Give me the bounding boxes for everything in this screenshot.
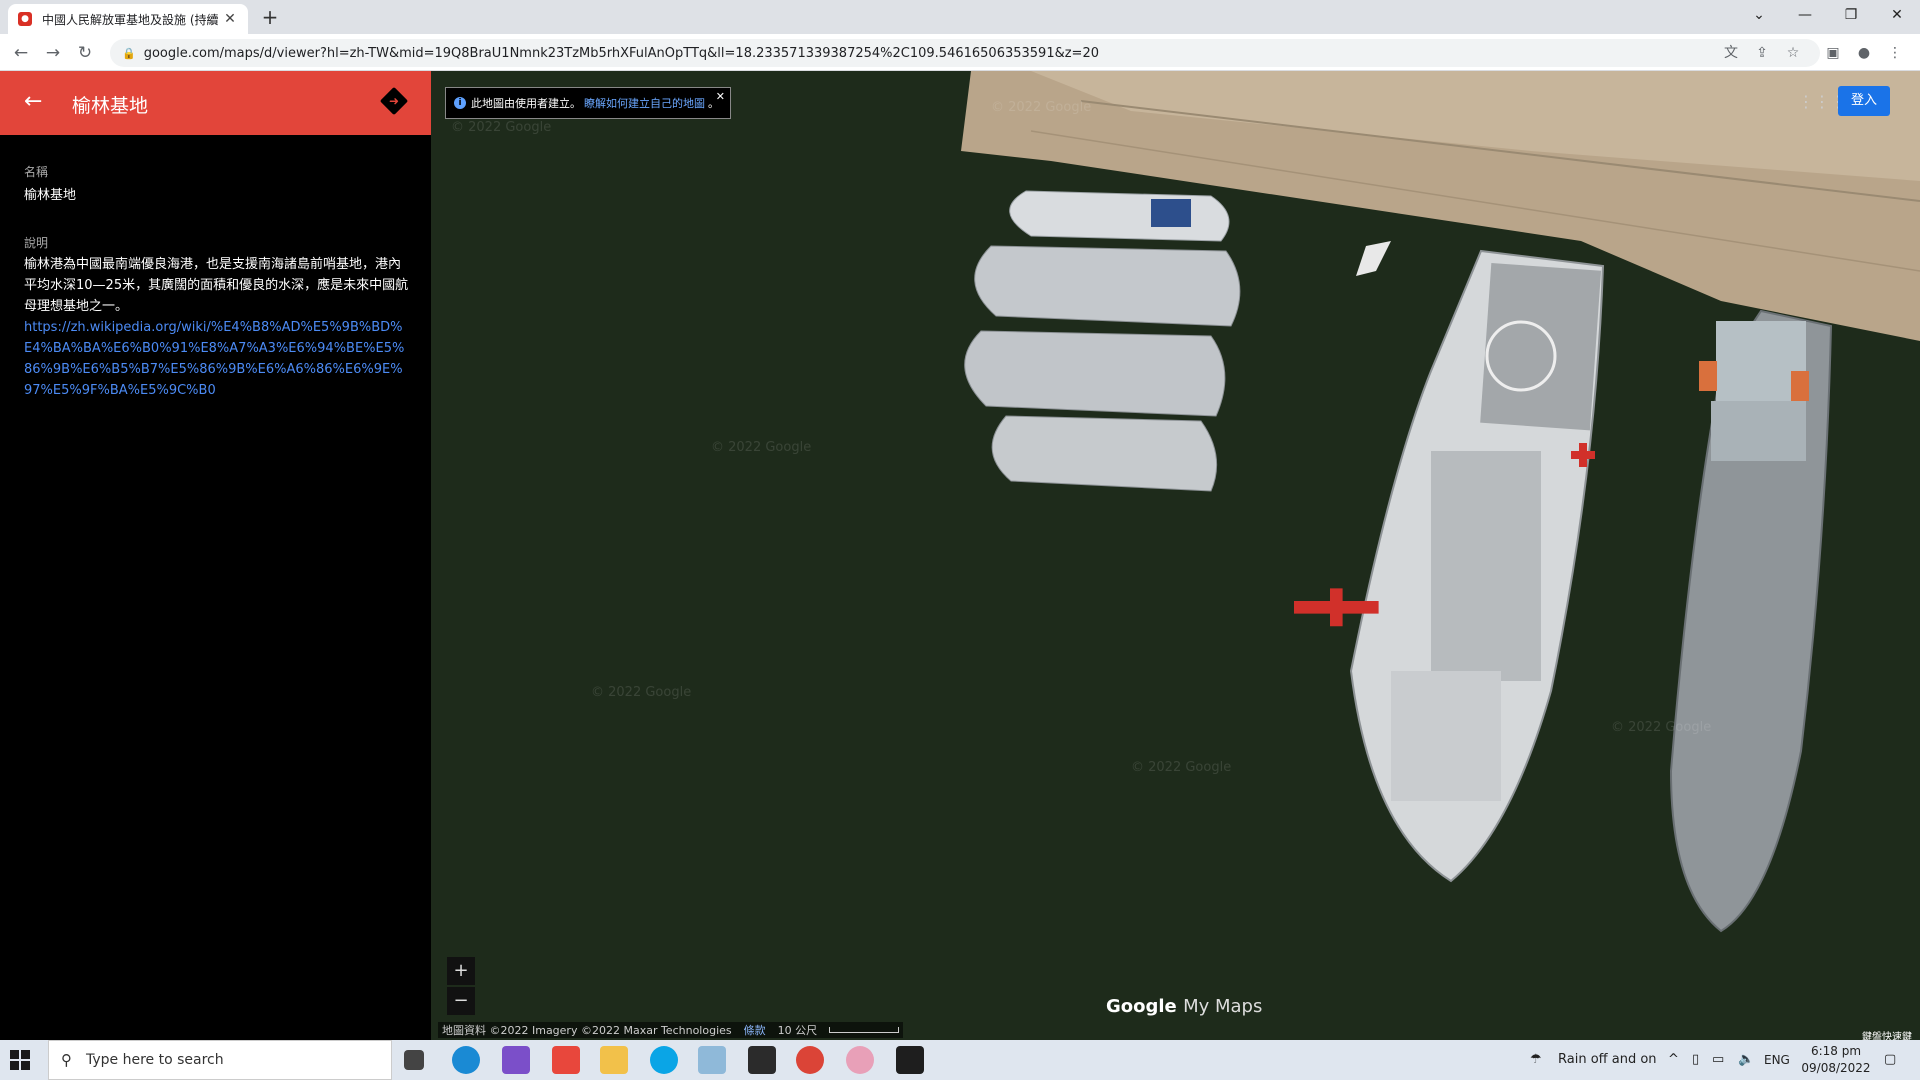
map-watermark: © 2022 Google — [991, 100, 1091, 115]
tray-chevron-icon[interactable]: ^ — [1668, 1040, 1679, 1080]
scale-bar — [829, 1027, 900, 1033]
restore-icon[interactable]: ❐ — [1828, 0, 1874, 30]
menu-icon[interactable]: ⋮ — [1884, 42, 1906, 64]
name-value: 榆林基地 — [24, 188, 77, 203]
notification-icon[interactable]: ▢ — [1884, 1040, 1896, 1080]
visual-studio-icon[interactable] — [502, 1046, 530, 1074]
file-explorer-icon[interactable] — [600, 1046, 628, 1074]
url-text: google.com/maps/d/viewer?hl=zh-TW&mid=19… — [143, 45, 1099, 61]
attribution-text: 地圖資料 ©2022 Imagery ©2022 Maxar Technolog… — [442, 1024, 732, 1037]
chrome-icon[interactable] — [796, 1046, 824, 1074]
google-logo-text: Google — [1106, 996, 1177, 1017]
place-sidebar: ← 榆林基地 ➜ 名稱 榆林基地 說明 榆林港為中國最南端優良海港，也是支援南海… — [0, 71, 431, 1040]
windows-start-icon[interactable] — [10, 1050, 30, 1070]
task-view-icon[interactable] — [404, 1050, 424, 1070]
wikipedia-link[interactable]: https://zh.wikipedia.org/wiki/%E4%B8%AD%… — [24, 317, 409, 401]
share-icon[interactable]: ⇪ — [1751, 42, 1773, 64]
weather-text[interactable]: Rain off and on — [1558, 1040, 1657, 1080]
reload-icon[interactable]: ↻ — [72, 40, 98, 66]
user-map-banner: i 此地圖由使用者建立。 瞭解如何建立自己的地圖 。 ✕ — [445, 87, 731, 119]
description-label: 說明 — [24, 236, 49, 250]
volume-icon[interactable]: 🔈 — [1738, 1040, 1754, 1080]
tab-strip: ● 中國人民解放軍基地及設施 (持續 ✕ + ⌄ — ❐ ✕ — [0, 0, 1920, 34]
sticky-notes-icon[interactable] — [896, 1046, 924, 1074]
back-arrow-icon[interactable]: ← — [24, 89, 42, 114]
info-icon: i — [454, 97, 466, 109]
edge-icon[interactable] — [452, 1046, 480, 1074]
svg-text:© 2022 Google: © 2022 Google — [591, 685, 691, 700]
windows-taskbar: ⚲ Type here to search ☂ Rain off and on … — [0, 1040, 1920, 1080]
browser-tab[interactable]: ● 中國人民解放軍基地及設施 (持續 ✕ — [8, 4, 248, 34]
name-label: 名稱 — [24, 165, 49, 179]
scale-text: 10 公尺 — [777, 1024, 818, 1037]
skype-icon[interactable] — [650, 1046, 678, 1074]
clock-date: 09/08/2022 — [1801, 1061, 1871, 1075]
directions-icon[interactable]: ➜ — [379, 86, 409, 116]
anydesk-icon[interactable] — [552, 1046, 580, 1074]
place-title: 榆林基地 — [72, 95, 149, 117]
app-icon[interactable] — [698, 1046, 726, 1074]
search-placeholder: Type here to search — [86, 1052, 224, 1068]
search-icon: ⚲ — [61, 1051, 72, 1069]
svg-text:© 2022 Google: © 2022 Google — [1611, 720, 1711, 735]
clock[interactable]: 6:18 pm 09/08/2022 — [1800, 1043, 1872, 1077]
weather-icon[interactable]: ☂ — [1530, 1040, 1542, 1080]
satellite-imagery: © 2022 Google © 2022 Google © 2022 Googl… — [431, 71, 1920, 1040]
battery-icon[interactable]: ▯ — [1692, 1040, 1699, 1080]
window-close-icon[interactable]: ✕ — [1874, 0, 1920, 30]
description-text: 榆林港為中國最南端優良海港，也是支援南海諸島前哨基地，港內平均水深10—25米，… — [24, 257, 409, 314]
taskbar-search-box[interactable]: ⚲ Type here to search — [48, 1040, 392, 1080]
translate-icon[interactable]: 文 — [1720, 42, 1742, 64]
new-tab-icon[interactable]: + — [258, 6, 282, 30]
terms-link[interactable]: 條款 — [744, 1022, 766, 1038]
language-indicator[interactable]: ENG — [1764, 1040, 1790, 1080]
terminal-icon[interactable] — [748, 1046, 776, 1074]
svg-text:© 2022 Google: © 2022 Google — [1131, 760, 1231, 775]
maps-pin-icon: ● — [18, 12, 32, 26]
svg-text:© 2022 Google: © 2022 Google — [451, 120, 551, 135]
banner-close-icon[interactable]: ✕ — [716, 90, 725, 103]
profile-icon[interactable]: ● — [1853, 42, 1875, 64]
sidebar-header: ← 榆林基地 ➜ — [0, 71, 431, 135]
paint-icon[interactable] — [846, 1046, 874, 1074]
google-my-maps-logo: Google My Maps — [1106, 996, 1262, 1017]
forward-icon[interactable]: → — [40, 40, 66, 66]
tab-title: 中國人民解放軍基地及設施 (持續 — [42, 12, 219, 27]
back-icon[interactable]: ← — [8, 40, 34, 66]
minimize-icon[interactable]: — — [1782, 0, 1828, 30]
tab-search-icon[interactable]: ⌄ — [1736, 0, 1782, 30]
banner-text: 此地圖由使用者建立。 — [471, 97, 581, 110]
satellite-map[interactable]: © 2022 Google © 2022 Google © 2022 Googl… — [431, 71, 1920, 1040]
browser-toolbar: ← → ↻ 🔒 google.com/maps/d/viewer?hl=zh-T… — [0, 34, 1920, 71]
learn-create-map-link[interactable]: 瞭解如何建立自己的地圖 — [584, 95, 705, 111]
mymaps-logo-text: My Maps — [1183, 996, 1263, 1017]
map-attribution-bar: 地圖資料 ©2022 Imagery ©2022 Maxar Technolog… — [438, 1022, 904, 1038]
svg-text:© 2022 Google: © 2022 Google — [711, 440, 811, 455]
sign-in-button[interactable]: 登入 — [1838, 86, 1890, 116]
clock-time: 6:18 pm — [1810, 1044, 1862, 1058]
address-bar[interactable]: 🔒 google.com/maps/d/viewer?hl=zh-TW&mid=… — [110, 39, 1820, 67]
network-icon[interactable]: ▭ — [1712, 1040, 1724, 1080]
zoom-in-button[interactable]: + — [447, 957, 475, 985]
bookmark-star-icon[interactable]: ☆ — [1782, 42, 1804, 64]
extensions-icon[interactable]: ▣ — [1822, 42, 1844, 64]
lock-icon: 🔒 — [122, 46, 136, 60]
zoom-out-button[interactable]: − — [447, 987, 475, 1015]
tab-close-icon[interactable]: ✕ — [222, 11, 238, 27]
